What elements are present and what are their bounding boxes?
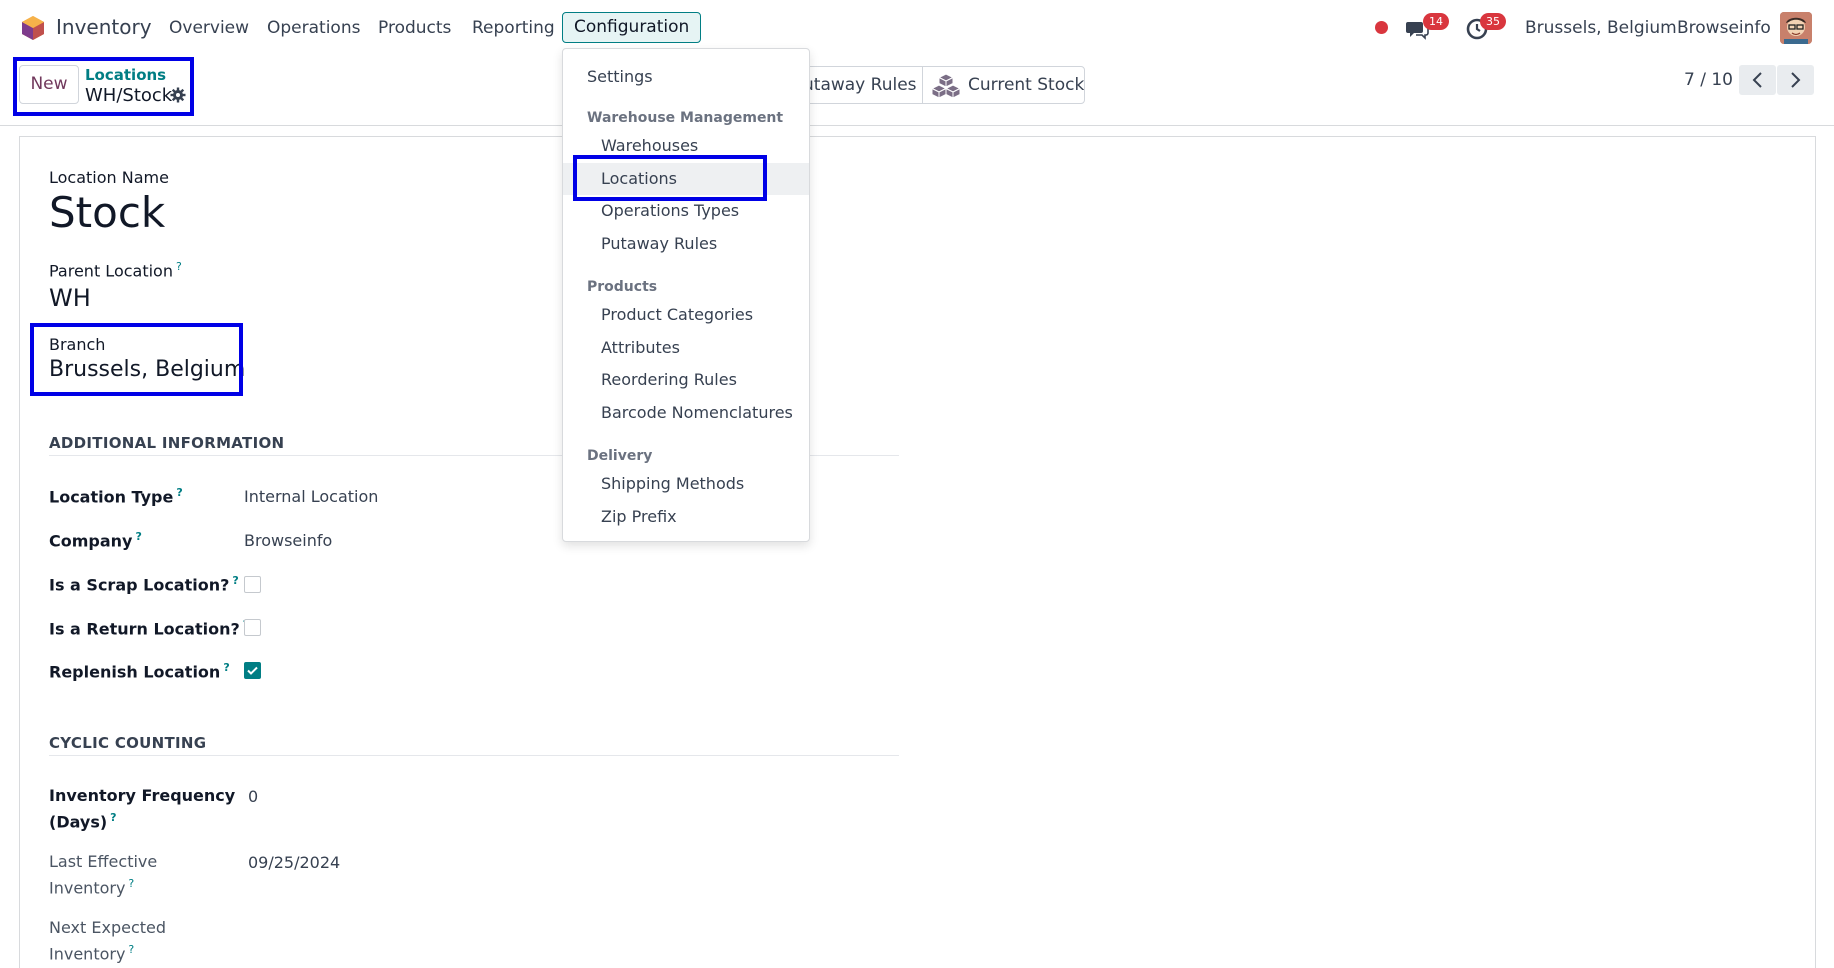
menu-reporting[interactable]: Reporting <box>472 18 555 38</box>
help-icon: ? <box>128 943 135 956</box>
menu-item-barcode-nomenclatures[interactable]: Barcode Nomenclatures <box>563 397 809 429</box>
company-label: Company? <box>49 530 142 551</box>
menu-item-attributes[interactable]: Attributes <box>563 332 809 364</box>
help-icon: ? <box>128 877 135 890</box>
scrap-location-checkbox[interactable] <box>244 576 261 593</box>
location-name-value[interactable]: Stock <box>49 188 165 237</box>
cubes-icon <box>931 73 961 99</box>
products-heading: Products <box>587 279 658 295</box>
inventory-frequency-label-2: (Days)? <box>49 811 117 832</box>
menu-operations[interactable]: Operations <box>267 18 360 38</box>
section-divider <box>49 755 899 756</box>
pager-next-button[interactable] <box>1777 65 1814 95</box>
avatar[interactable] <box>1780 12 1812 44</box>
menu-products[interactable]: Products <box>378 18 451 38</box>
last-inventory-label-2: Inventory? <box>49 877 135 898</box>
next-inventory-label-2: Inventory? <box>49 943 135 964</box>
help-icon: ? <box>175 260 182 273</box>
form-sheet <box>19 136 1816 968</box>
help-icon: ? <box>223 661 230 674</box>
current-stock-label: Current Stock <box>968 75 1085 95</box>
highlight-box-breadcrumb <box>13 57 194 116</box>
replenish-location-checkbox[interactable] <box>244 662 261 679</box>
menu-item-shipping-methods[interactable]: Shipping Methods <box>563 468 809 500</box>
location-type-value[interactable]: Internal Location <box>244 487 378 506</box>
help-icon: ? <box>135 530 142 543</box>
inventory-logo-icon[interactable] <box>20 15 46 41</box>
highlight-box-locations <box>573 155 767 201</box>
menu-item-reordering-rules[interactable]: Reordering Rules <box>563 364 809 396</box>
cyclic-counting-heading: CYCLIC COUNTING <box>49 734 207 752</box>
location-name-label: Location Name <box>49 168 169 187</box>
warehouse-management-heading: Warehouse Management <box>587 110 784 126</box>
parent-location-value[interactable]: WH <box>49 284 91 312</box>
messages-badge: 14 <box>1423 13 1449 30</box>
putaway-rules-label: utaway Rules <box>803 75 917 95</box>
help-icon: ? <box>232 574 239 587</box>
parent-location-label: Parent Location? <box>49 260 182 281</box>
activities-badge: 35 <box>1480 13 1506 30</box>
pager-value[interactable]: 7 / 10 <box>1684 70 1733 90</box>
pager-previous-button[interactable] <box>1739 65 1776 95</box>
inventory-frequency-value[interactable]: 0 <box>248 787 258 806</box>
last-inventory-value: 09/25/2024 <box>248 853 341 872</box>
scrap-location-label: Is a Scrap Location?? <box>49 574 239 595</box>
company-switcher[interactable]: Browseinfo <box>1677 18 1771 38</box>
current-stock-button[interactable]: Current Stock <box>922 66 1085 104</box>
next-inventory-label-1: Next Expected <box>49 918 167 937</box>
help-icon: ? <box>176 486 183 499</box>
additional-info-heading: ADDITIONAL INFORMATION <box>49 434 285 452</box>
return-location-label: Is a Return Location?? <box>49 618 249 638</box>
menu-item-product-categories[interactable]: Product Categories <box>563 299 809 331</box>
configuration-dropdown: Settings Warehouse Management Warehouses… <box>562 48 810 542</box>
help-icon: ? <box>110 811 117 824</box>
chevron-right-icon <box>1791 72 1801 88</box>
menu-configuration[interactable]: Configuration <box>562 12 702 43</box>
last-inventory-label-1: Last Effective <box>49 852 158 871</box>
top-navbar: Inventory Overview Operations Products R… <box>0 0 1834 56</box>
app-name[interactable]: Inventory <box>56 15 152 39</box>
branch-switcher[interactable]: Brussels, Belgium <box>1525 18 1677 38</box>
check-icon <box>247 666 258 675</box>
highlight-box-branch <box>30 323 243 396</box>
return-location-checkbox[interactable] <box>244 619 261 636</box>
inventory-frequency-label-1: Inventory Frequency <box>49 786 236 805</box>
company-value[interactable]: Browseinfo <box>244 531 332 550</box>
chevron-left-icon <box>1752 72 1762 88</box>
delivery-heading: Delivery <box>587 448 653 464</box>
menu-item-putaway-rules[interactable]: Putaway Rules <box>563 228 809 260</box>
recording-dot-icon[interactable] <box>1375 21 1388 34</box>
replenish-location-label: Replenish Location? <box>49 661 230 682</box>
menu-item-zip-prefix[interactable]: Zip Prefix <box>563 501 809 533</box>
menu-item-settings[interactable]: Settings <box>563 61 809 93</box>
location-type-label: Location Type? <box>49 486 183 507</box>
menu-overview[interactable]: Overview <box>169 18 249 38</box>
